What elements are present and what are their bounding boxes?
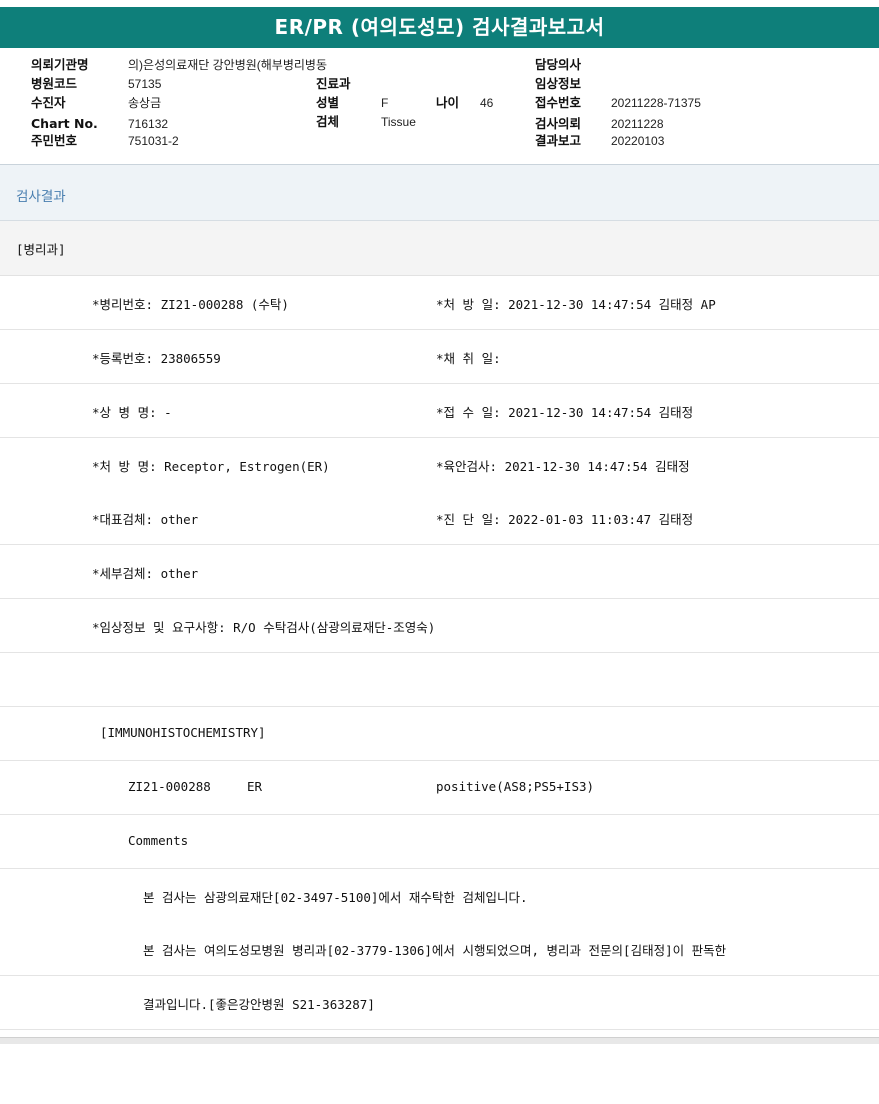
row-left-text: *임상정보 및 요구사항: R/O 수탁검사(삼광의료재단-조영숙) [92,620,436,635]
comments-label: Comments [128,833,189,848]
result-row: *대표검체: other *진 단 일: 2022-01-03 11:03:47… [0,491,879,545]
institution-value: 의)은성의료재단 강안병원(해부병리병동 [128,58,328,72]
patient-label: 수진자 [31,95,66,110]
section-header [0,165,879,221]
specimen-value: Tissue [381,115,416,129]
comments-row: Comments [0,815,879,869]
row-right-text: *육안검사: 2021-12-30 14:47:54 김태정 [436,459,690,474]
row-left-text: *세부검체: other [92,566,199,581]
ihc-result-id: ZI21-000288 [128,779,211,794]
ihc-heading-row: [IMMUNOHISTOCHEMISTRY] [0,707,879,761]
report-date-label: 결과보고 [535,133,582,148]
ihc-result-marker: ER [247,779,263,794]
dept-label: 진료과 [316,76,351,91]
report-title: ER/PR (여의도성모) 검사결과보고서 [0,7,879,48]
resident-no-label: 주민번호 [31,133,78,148]
department-band [0,221,879,276]
hospital-code-value: 57135 [128,77,162,91]
chart-no-label: Chart No. [31,116,98,131]
report-date-value: 20220103 [611,134,665,148]
comment-line-row: 본 검사는 삼광의료재단[02-3497-5100]에서 재수탁한 검체입니다. [0,869,879,923]
comment-line-row: 본 검사는 여의도성모병원 병리과[02-3779-1306]에서 시행되었으며… [0,922,879,976]
row-right-text: *접 수 일: 2021-12-30 14:47:54 김태정 [436,405,694,420]
result-row: *세부검체: other [0,545,879,599]
section-title: 검사결과 [16,189,66,205]
clinical-info-label: 임상정보 [535,76,582,91]
chart-no-value: 716132 [128,117,169,131]
specimen-label: 검체 [316,114,340,129]
row-right-text: *처 방 일: 2021-12-30 14:47:54 김태정 AP [436,297,716,312]
row-left-text: *상 병 명: - [92,405,172,420]
blank-row [0,653,879,707]
result-row: *등록번호: 23806559 *채 취 일: [0,330,879,384]
receipt-no-label: 접수번호 [535,95,582,110]
receipt-no-value: 20211228-71375 [611,96,701,110]
row-right-text: *진 단 일: 2022-01-03 11:03:47 김태정 [436,512,694,527]
request-date-value: 20211228 [611,117,664,131]
comment-line: 본 검사는 삼광의료재단[02-3497-5100]에서 재수탁한 검체입니다. [143,890,528,905]
institution-label: 의뢰기관명 [31,57,89,72]
doctor-label: 담당의사 [535,57,582,72]
patient-value: 송상금 [128,96,162,110]
request-date-label: 검사의뢰 [535,116,582,131]
row-left-text: *병리번호: ZI21-000288 (수탁) [92,297,289,312]
result-row: *상 병 명: - *접 수 일: 2021-12-30 14:47:54 김태… [0,384,879,438]
hospital-code-label: 병원코드 [31,76,78,91]
age-label: 나이 [436,95,460,110]
sex-value: F [381,96,389,110]
age-value: 46 [480,96,494,110]
department-label: [병리과] [16,242,66,257]
row-left-text: *대표검체: other [92,512,199,527]
row-left-text: *처 방 명: Receptor, Estrogen(ER) [92,459,330,474]
sex-label: 성별 [316,95,340,110]
result-row: *처 방 명: Receptor, Estrogen(ER) *육안검사: 20… [0,438,879,492]
ihc-heading: [IMMUNOHISTOCHEMISTRY] [100,725,266,740]
horizontal-scrollbar[interactable] [0,1037,879,1044]
resident-no-value: 751031-2 [128,134,179,148]
row-left-text: *등록번호: 23806559 [92,351,221,366]
result-row: *병리번호: ZI21-000288 (수탁) *처 방 일: 2021-12-… [0,276,879,330]
comment-line: 본 검사는 여의도성모병원 병리과[02-3779-1306]에서 시행되었으며… [143,943,727,958]
row-right-text: *채 취 일: [436,351,501,366]
ihc-result-value: positive(AS8;PS5+IS3) [436,779,595,794]
comment-line-row: 결과입니다.[좋은강안병원 S21-363287] [0,976,879,1030]
result-row: *임상정보 및 요구사항: R/O 수탁검사(삼광의료재단-조영숙) [0,599,879,653]
comment-line: 결과입니다.[좋은강안병원 S21-363287] [143,997,375,1012]
ihc-result-row: ZI21-000288 ER positive(AS8;PS5+IS3) [0,761,879,815]
